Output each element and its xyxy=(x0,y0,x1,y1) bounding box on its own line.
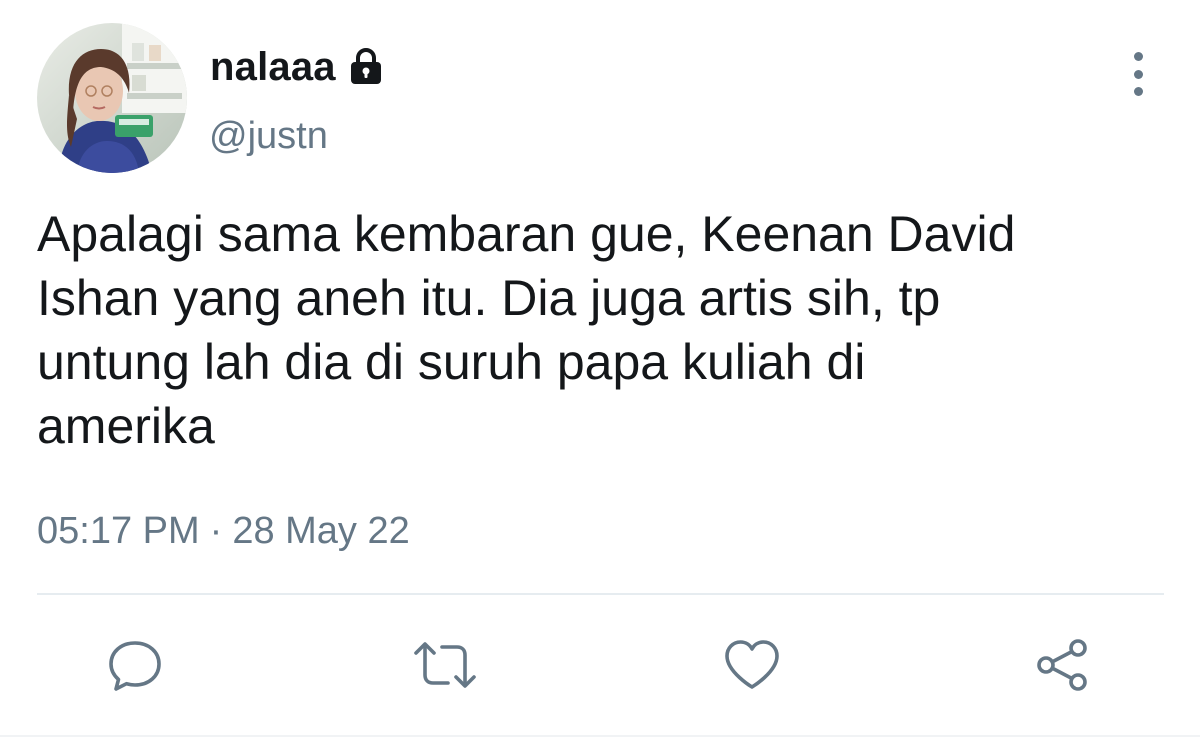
retweet-button[interactable] xyxy=(405,625,485,705)
avatar[interactable] xyxy=(37,23,187,173)
timestamp-separator: · xyxy=(209,510,223,552)
like-button[interactable] xyxy=(712,625,792,705)
tweet-card: nalaaa @justn Apalagi sama kembaran gue,… xyxy=(0,0,1200,752)
like-icon xyxy=(725,640,779,689)
tweet-time: 05:17 PM xyxy=(37,510,200,552)
more-vertical-icon[interactable] xyxy=(1124,52,1152,96)
bottom-border xyxy=(0,735,1200,737)
more-dot xyxy=(1133,87,1143,96)
more-dot xyxy=(1133,69,1143,79)
tweet-timestamp[interactable]: 05:17 PM · 28 May 22 xyxy=(37,510,410,553)
lock-icon xyxy=(346,46,386,91)
user-handle[interactable]: @justn xyxy=(209,115,328,158)
more-dot xyxy=(1133,52,1143,61)
share-icon xyxy=(1037,639,1087,691)
action-bar xyxy=(0,625,1200,705)
tweet-text: Apalagi sama kembaran gue, Keenan David … xyxy=(37,206,1016,454)
tweet-date: 28 May 22 xyxy=(232,510,410,552)
divider xyxy=(37,593,1164,595)
display-name-row: nalaaa xyxy=(210,44,386,91)
retweet-icon xyxy=(414,642,476,688)
share-button[interactable] xyxy=(1022,625,1102,705)
display-name[interactable]: nalaaa xyxy=(210,45,336,90)
reply-icon xyxy=(109,641,161,691)
reply-button[interactable] xyxy=(95,625,175,705)
